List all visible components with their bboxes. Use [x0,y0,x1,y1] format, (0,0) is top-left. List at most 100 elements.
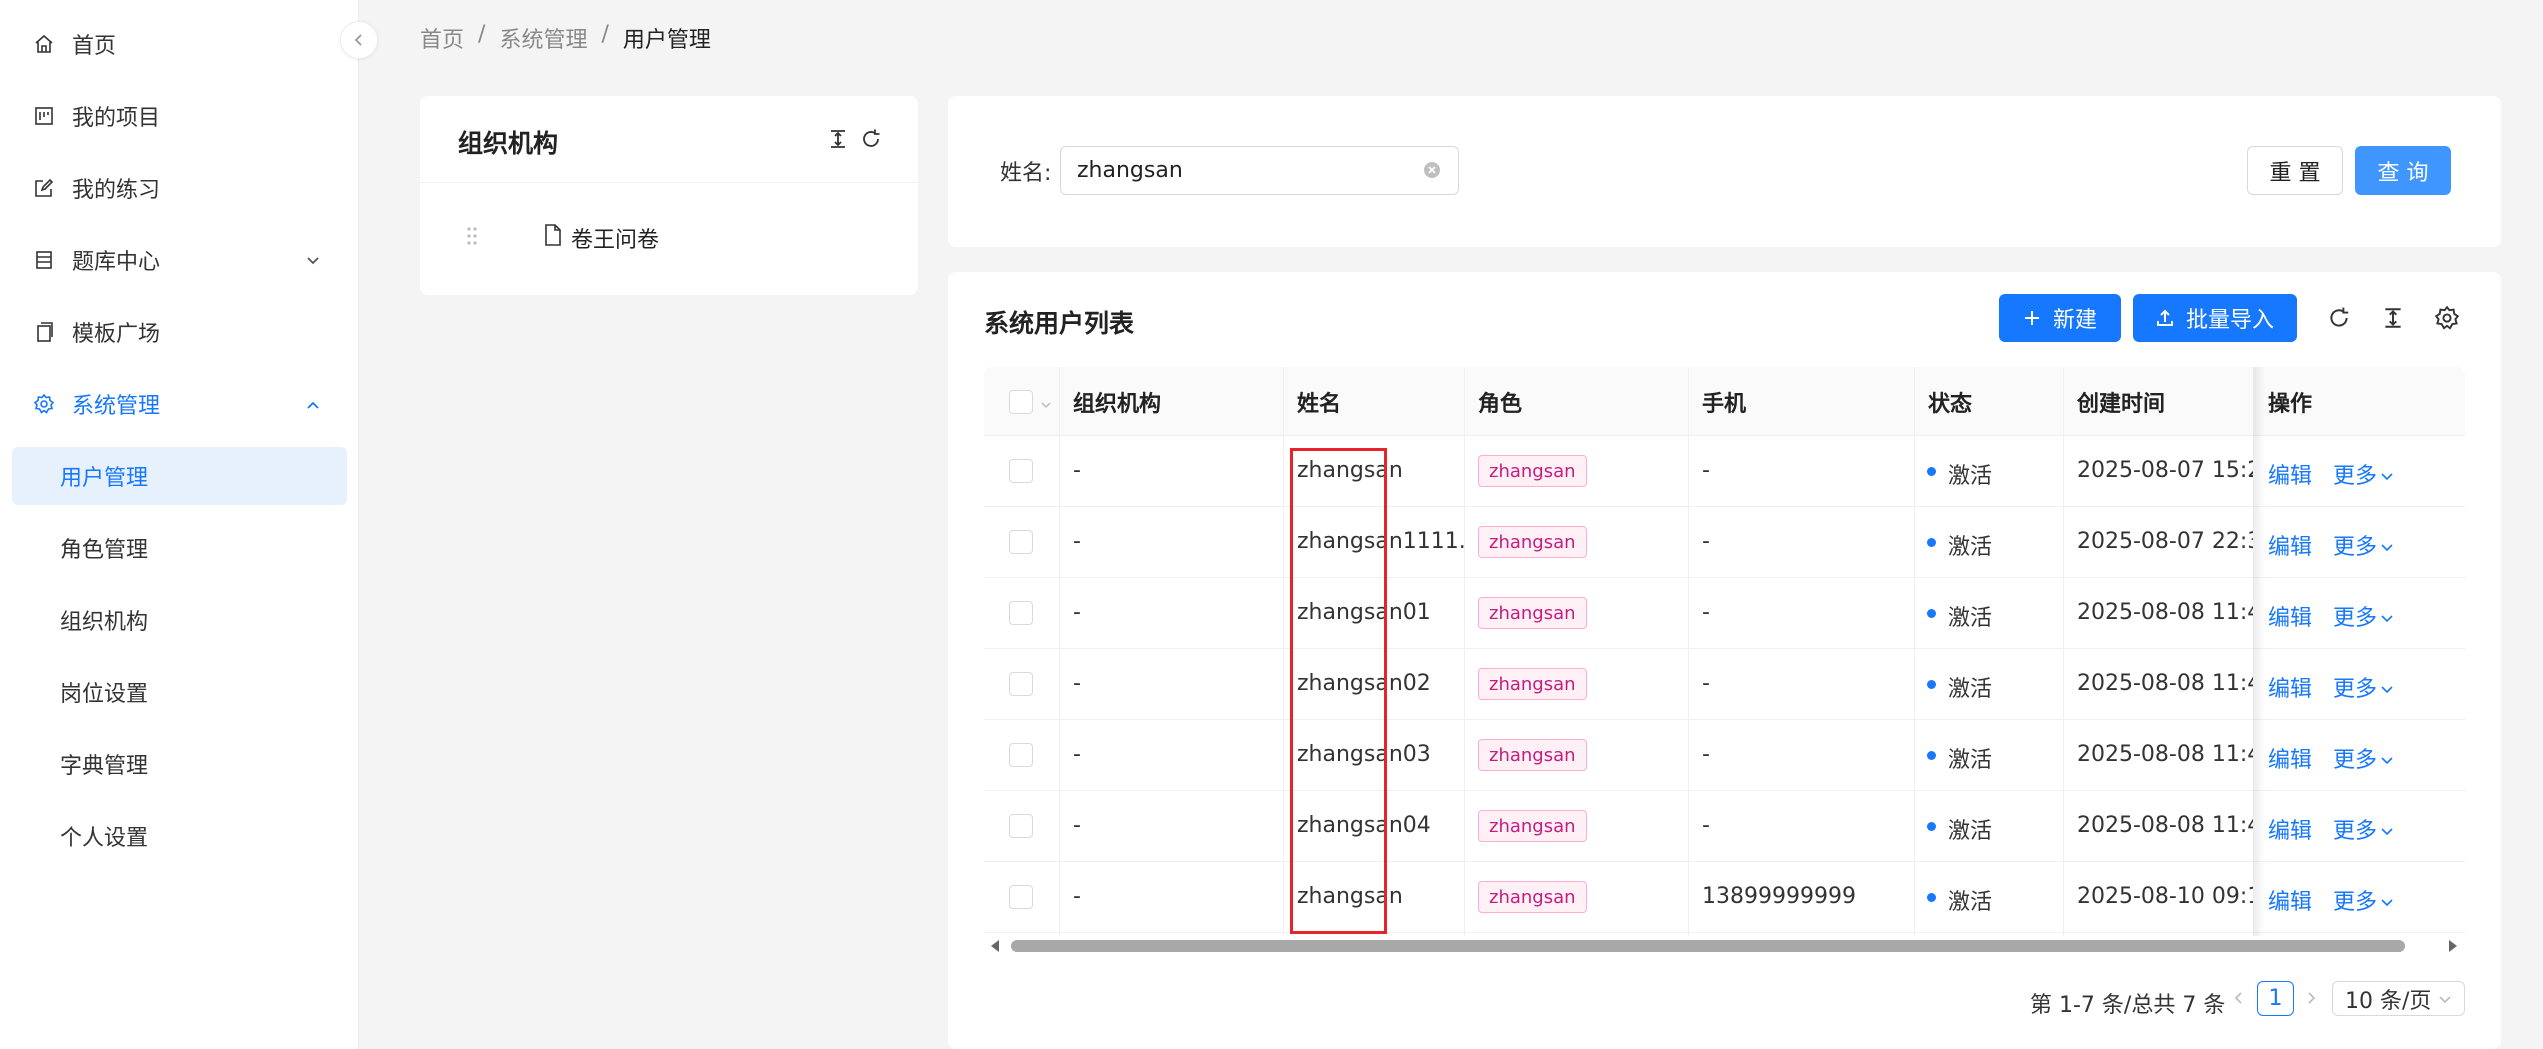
role-tag: zhangsan [1478,668,1587,700]
submenu-label: 用户管理 [60,466,149,491]
sidebar-item-practice[interactable]: 我的练习 [0,159,359,217]
copy-icon [34,322,54,342]
edit-link[interactable]: 编辑 [2268,813,2312,845]
more-link[interactable]: 更多 [2333,458,2394,490]
more-link[interactable]: 更多 [2333,529,2394,561]
cell-created: 2025-08-08 11:47:1 [2077,671,2253,696]
chevron-left-icon [352,28,366,52]
cell-status: 激活 [1948,677,1993,702]
submenu-label: 字典管理 [60,754,149,779]
cell-status: 激活 [1948,890,1993,915]
row-checkbox[interactable] [1009,672,1033,696]
query-button[interactable]: 查 询 [2355,146,2451,195]
reset-button[interactable]: 重 置 [2247,146,2343,195]
new-user-button[interactable]: 新建 [1999,294,2121,342]
row-checkbox[interactable] [1009,530,1033,554]
name-search-input[interactable]: zhangsan [1060,146,1459,195]
more-link[interactable]: 更多 [2333,884,2394,916]
collapse-height-icon[interactable] [825,126,851,152]
refresh-icon[interactable] [2326,305,2352,331]
more-link[interactable]: 更多 [2333,600,2394,632]
clear-icon[interactable] [1422,160,1442,180]
edit-link[interactable]: 编辑 [2268,458,2312,490]
status-dot [1927,751,1936,760]
page-size-select[interactable]: 10 条/页 [2332,981,2465,1016]
breadcrumb-system[interactable]: 系统管理 [499,22,587,54]
batch-import-label: 批量导入 [2185,308,2274,333]
cell-org: - [1073,458,1081,483]
column-header-phone[interactable]: 手机 [1702,367,1746,436]
edit-link[interactable]: 编辑 [2268,742,2312,774]
prev-page-icon[interactable] [2231,990,2247,1006]
edit-link[interactable]: 编辑 [2268,600,2312,632]
column-separator [1464,367,1465,936]
cell-phone: - [1702,600,1710,625]
status-dot [1927,822,1936,831]
cell-org: - [1073,884,1081,909]
gear-icon [34,394,54,414]
row-checkbox[interactable] [1009,885,1033,909]
sidebar-item-label: 首页 [72,34,117,59]
scroll-right-icon[interactable] [2446,938,2460,954]
org-tree-item[interactable]: 卷王问卷 [571,222,659,254]
submenu-label: 角色管理 [60,538,149,563]
submenu-item-positions[interactable]: 岗位设置 [12,663,347,721]
select-all-checkbox[interactable] [1009,390,1033,414]
submenu-item-org[interactable]: 组织机构 [12,591,347,649]
sidebar-item-question-bank[interactable]: 题库中心 [0,231,359,289]
role-tag: zhangsan [1478,881,1587,913]
refresh-icon[interactable] [858,126,884,152]
column-separator [1914,367,1915,936]
cell-org: - [1073,600,1081,625]
scroll-thumb[interactable] [1011,940,2405,952]
sidebar-item-templates[interactable]: 模板广场 [0,303,359,361]
submenu-item-roles[interactable]: 角色管理 [12,519,347,577]
sidebar-item-projects[interactable]: 我的项目 [0,87,359,145]
page-1-button[interactable]: 1 [2257,981,2294,1016]
sidebar-item-system[interactable]: 系统管理 [0,375,359,433]
row-checkbox[interactable] [1009,814,1033,838]
more-link[interactable]: 更多 [2333,671,2394,703]
sidebar-collapse-button[interactable] [340,21,378,59]
home-icon [34,34,54,54]
edit-link[interactable]: 编辑 [2268,529,2312,561]
cell-org: - [1073,742,1081,767]
row-checkbox[interactable] [1009,743,1033,767]
row-checkbox[interactable] [1009,601,1033,625]
batch-import-button[interactable]: 批量导入 [2133,294,2297,342]
drag-handle-icon[interactable] [466,226,478,246]
column-header-status[interactable]: 状态 [1928,367,1972,436]
chevron-up-icon [304,395,322,413]
more-link-label: 更多 [2333,748,2378,773]
next-page-icon[interactable] [2303,990,2319,1006]
breadcrumb-home[interactable]: 首页 [420,22,464,54]
more-link[interactable]: 更多 [2333,742,2394,774]
column-header-name[interactable]: 姓名 [1297,367,1341,436]
chevron-down-icon [2381,473,2393,481]
more-link[interactable]: 更多 [2333,813,2394,845]
sidebar-item-home[interactable]: 首页 [0,15,359,73]
chevron-down-icon[interactable] [1040,396,1052,409]
sidebar-item-label: 我的练习 [72,178,161,203]
chevron-down-icon [304,251,322,269]
edit-link[interactable]: 编辑 [2268,671,2312,703]
density-icon[interactable] [2380,305,2406,331]
more-link-label: 更多 [2333,890,2378,915]
submenu-item-personal[interactable]: 个人设置 [12,807,347,865]
sidebar-item-label: 模板广场 [72,322,161,347]
submenu-item-dictionary[interactable]: 字典管理 [12,735,347,793]
database-icon [34,250,54,270]
edit-link[interactable]: 编辑 [2268,884,2312,916]
cell-phone: 13899999999 [1702,884,1856,909]
column-settings-icon[interactable] [2434,305,2460,331]
column-header-role[interactable]: 角色 [1478,367,1522,436]
submenu-item-users[interactable]: 用户管理 [12,447,347,505]
file-icon [544,224,562,246]
row-checkbox[interactable] [1009,459,1033,483]
cell-phone: - [1702,742,1710,767]
more-link-label: 更多 [2333,819,2378,844]
column-header-org[interactable]: 组织机构 [1073,367,1161,436]
column-header-created[interactable]: 创建时间 [2077,367,2165,436]
scroll-left-icon[interactable] [988,938,1002,954]
status-dot [1927,538,1936,547]
